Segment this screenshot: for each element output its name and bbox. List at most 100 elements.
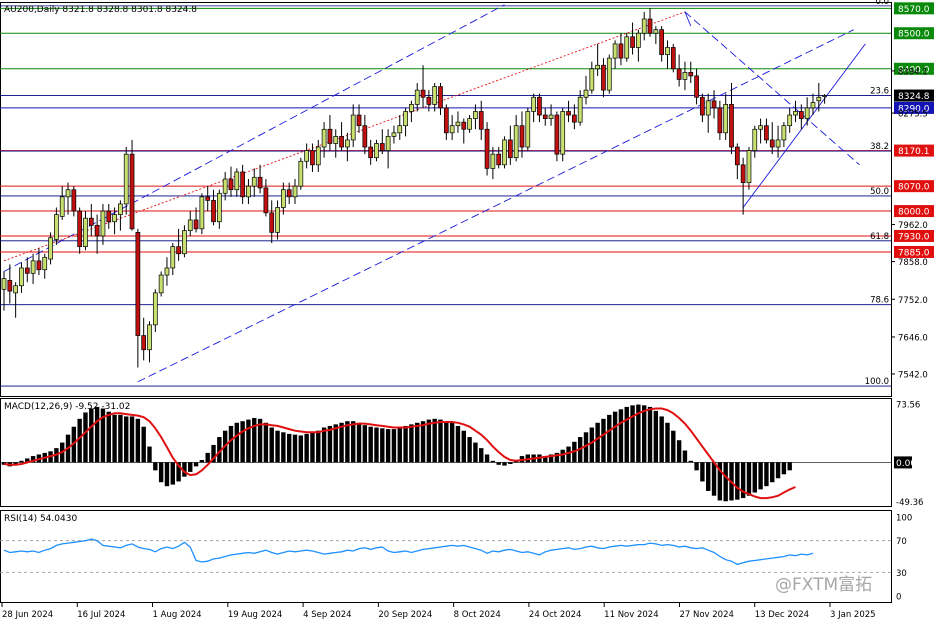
candle-body (362, 125, 368, 148)
candle-body (321, 128, 327, 148)
macd-tick-label: -49.36 (896, 498, 923, 508)
time-label: 11 Nov 2024 (604, 610, 658, 620)
macd-histogram-bar (409, 424, 414, 463)
price-tick-label: 8275.5 (898, 110, 928, 120)
macd-histogram-bar (286, 433, 292, 463)
macd-histogram-bar (94, 406, 100, 463)
candle-body (531, 96, 536, 112)
candle-body (246, 185, 251, 198)
macd-histogram-bar (723, 462, 728, 502)
macd-histogram-bar (135, 418, 141, 463)
macd-histogram-bar (711, 462, 717, 496)
fib-level-label: 38.2 (870, 142, 889, 152)
candle-body (19, 267, 24, 287)
macd-histogram-bar (129, 416, 135, 463)
candle-body (542, 114, 548, 119)
candle-body (123, 153, 129, 205)
candle-body (129, 153, 135, 230)
candle-body (42, 256, 48, 271)
macd-histogram-bar (199, 460, 205, 463)
macd-histogram-bar (170, 462, 175, 485)
macd-histogram-bar (653, 410, 659, 463)
candle-body (781, 125, 787, 141)
candle-body (222, 178, 228, 194)
price-tag-label: 7885.0 (898, 248, 930, 258)
macd-histogram-bar (560, 449, 565, 463)
candle-body (769, 139, 775, 148)
candle-body (560, 111, 566, 155)
macd-histogram-bar (682, 450, 688, 463)
macd-histogram-bar (415, 422, 420, 463)
candle-body (729, 104, 734, 148)
candle-body (24, 267, 30, 274)
candle (624, 33, 630, 62)
rsi-panel-label: RSI(14) 54.0430 (4, 514, 77, 524)
candle-body (36, 260, 42, 271)
candle-body (339, 136, 344, 148)
macd-histogram-bar (735, 462, 740, 500)
candle-body (577, 96, 583, 123)
macd-histogram-bar (473, 442, 478, 463)
candle-body (327, 128, 333, 144)
candle-body (83, 217, 88, 247)
candle-body (700, 96, 705, 116)
candle-body (787, 114, 793, 127)
macd-histogram-bar (106, 411, 111, 463)
macd-histogram-bar (310, 432, 315, 463)
candle-body (310, 150, 315, 166)
candle-body (333, 136, 339, 144)
macd-histogram-bar (589, 427, 595, 463)
candle-body (734, 146, 740, 166)
macd-histogram-bar (752, 462, 757, 493)
price-tag-label: 8170.1 (898, 147, 930, 157)
macd-histogram-bar (659, 416, 664, 463)
fib-level-label: 61.8 (870, 232, 889, 242)
macd-histogram-bar (118, 414, 123, 463)
macd-histogram-bar (775, 462, 781, 479)
candle-body (746, 150, 752, 183)
candle-body (199, 196, 205, 230)
macd-histogram-bar (601, 418, 606, 463)
rsi-tick-label: 0 (896, 593, 901, 603)
time-label: 4 Sep 2024 (303, 610, 351, 620)
candle-body (688, 72, 694, 77)
candle-body (275, 207, 280, 233)
candle-body (496, 153, 502, 166)
candle-body (135, 232, 141, 336)
macd-histogram-bar (746, 462, 752, 496)
candle-body (141, 335, 147, 351)
candle-body (211, 200, 216, 223)
candle (554, 111, 560, 162)
candle-body (513, 125, 519, 159)
macd-histogram-bar (141, 426, 146, 463)
candle-body (77, 210, 83, 247)
candle-body (182, 230, 187, 255)
candle (298, 157, 304, 190)
price-tick-label: 7752.0 (898, 296, 928, 306)
candle-body (240, 171, 245, 198)
macd-histogram-bar (234, 422, 239, 463)
candle-body (822, 95, 827, 97)
fib-level-label: 0.0 (875, 0, 889, 7)
macd-histogram-bar (345, 421, 350, 463)
candle-body (484, 128, 490, 169)
candle-body (350, 114, 356, 141)
candle-body (461, 121, 467, 130)
candle-body (170, 246, 176, 269)
candle-body (595, 64, 600, 70)
macd-histogram-bar (432, 418, 437, 463)
macd-tick-label: 0.00 (896, 459, 916, 469)
rsi-tick-label: 30 (896, 569, 907, 579)
macd-histogram-bar (188, 462, 193, 472)
macd-histogram-bar (164, 462, 170, 487)
macd-histogram-bar (240, 421, 245, 463)
candle-body (670, 47, 676, 70)
candle-body (251, 176, 257, 187)
candle-body (507, 139, 513, 159)
candle-body (705, 100, 711, 116)
macd-histogram-bar (706, 462, 711, 491)
macd-histogram-bar (269, 427, 274, 463)
candle-body (630, 36, 635, 48)
candle-body (583, 89, 589, 98)
macd-histogram-bar (700, 462, 705, 482)
